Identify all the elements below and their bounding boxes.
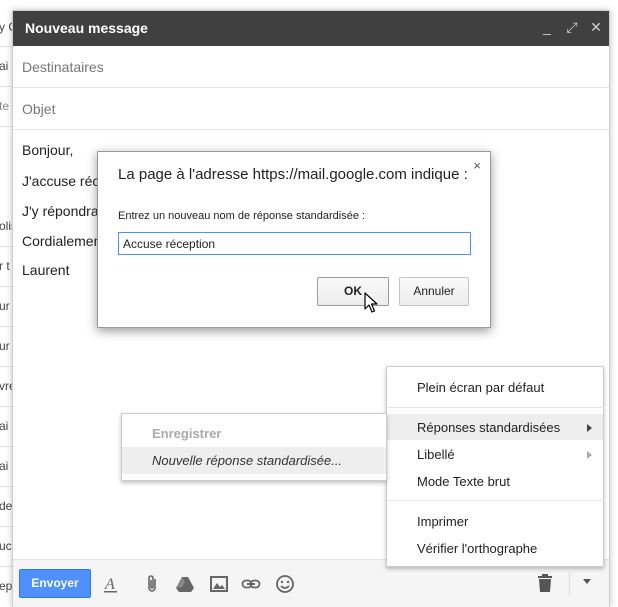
inbox-fragment: ep xyxy=(0,579,12,593)
divider xyxy=(0,326,12,327)
divider xyxy=(0,86,12,87)
body-line: Laurent xyxy=(22,262,70,278)
menu-item-label: Libellé xyxy=(417,447,455,462)
inbox-fragment: y C xyxy=(0,20,12,34)
body-line: Bonjour, xyxy=(22,142,74,158)
divider xyxy=(569,572,570,596)
menu-item-default-fullscreen[interactable]: Plein écran par défaut xyxy=(387,374,603,400)
inbox-fragment: ai xyxy=(0,59,9,73)
divider xyxy=(0,126,12,127)
send-button[interactable]: Envoyer xyxy=(19,569,91,598)
menu-item-label: Plein écran par défaut xyxy=(417,380,545,395)
canned-responses-submenu: Enregistrer Nouvelle réponse standardisé… xyxy=(121,413,387,481)
minimize-icon[interactable]: _ xyxy=(539,19,555,35)
menu-item-label: Réponses standardisées xyxy=(417,420,561,435)
body-line: Cordialement xyxy=(22,233,106,249)
menu-item-label: Imprimer xyxy=(417,514,469,529)
canned-response-name-input[interactable] xyxy=(118,232,471,255)
dialog-close-icon[interactable]: × xyxy=(473,158,481,173)
to-placeholder: Destinataires xyxy=(22,59,104,75)
menu-item-label: Mode Texte brut xyxy=(417,474,510,489)
divider xyxy=(0,486,12,487)
compose-titlebar[interactable]: Nouveau message _ ⤢ ✕ xyxy=(13,11,609,46)
body-line: J'accuse réce xyxy=(22,173,108,189)
menu-item-print[interactable]: Imprimer xyxy=(387,508,603,534)
insert-photo-icon[interactable] xyxy=(209,574,229,594)
prompt-dialog: La page à l'adresse https://mail.google.… xyxy=(97,151,491,328)
discard-draft-icon[interactable] xyxy=(537,573,553,598)
divider xyxy=(0,366,12,367)
submenu-arrow-icon xyxy=(587,424,592,432)
inbox-fragment: uci xyxy=(0,539,12,553)
menu-item-canned-responses[interactable]: Réponses standardisées xyxy=(387,414,603,440)
submenu-item-label: Nouvelle réponse standardisée... xyxy=(152,453,343,468)
inbox-background-strip: y C ai te olis r t ur ur vre ai ai de uc… xyxy=(0,0,12,607)
body-line: J'y répondrai xyxy=(22,203,102,219)
inbox-fragment: ur xyxy=(0,299,10,313)
subject-field[interactable]: Objet xyxy=(13,88,609,130)
inbox-fragment: te xyxy=(0,99,10,113)
compose-title: Nouveau message xyxy=(25,20,148,36)
menu-item-plain-text[interactable]: Mode Texte brut xyxy=(387,468,603,494)
more-options-menu: Plein écran par défaut Réponses standard… xyxy=(386,366,604,567)
submenu-arrow-icon xyxy=(587,451,592,459)
menu-separator xyxy=(388,500,604,501)
menu-separator xyxy=(388,407,604,408)
submenu-item-label: Enregistrer xyxy=(152,426,222,441)
more-options-caret-icon[interactable] xyxy=(583,579,591,584)
insert-link-icon[interactable] xyxy=(241,574,261,594)
menu-item-label: Vérifier l'orthographe xyxy=(417,541,538,556)
divider xyxy=(0,246,12,247)
divider xyxy=(0,566,12,567)
submenu-item-new-canned-response[interactable]: Nouvelle réponse standardisée... xyxy=(122,447,386,474)
menu-item-spellcheck[interactable]: Vérifier l'orthographe xyxy=(387,535,603,561)
inbox-fragment: vre xyxy=(0,379,12,393)
dialog-message: Entrez un nouveau nom de réponse standar… xyxy=(118,210,366,222)
inbox-fragment: ai xyxy=(0,419,9,433)
divider xyxy=(0,526,12,527)
submenu-item-save: Enregistrer xyxy=(122,420,386,447)
divider xyxy=(0,46,12,47)
menu-item-label-submenu[interactable]: Libellé xyxy=(387,441,603,467)
close-icon[interactable]: ✕ xyxy=(588,19,604,35)
divider xyxy=(0,286,12,287)
inbox-fragment: r t xyxy=(0,259,10,273)
subject-placeholder: Objet xyxy=(22,101,56,117)
inbox-fragment: ur xyxy=(0,339,10,353)
ok-button[interactable]: OK xyxy=(317,277,389,306)
attach-icon[interactable] xyxy=(143,574,163,594)
drive-icon[interactable] xyxy=(175,574,195,594)
dialog-title: La page à l'adresse https://mail.google.… xyxy=(118,166,468,183)
expand-icon[interactable]: ⤢ xyxy=(564,19,580,35)
inbox-fragment: de xyxy=(0,499,12,513)
cancel-button[interactable]: Annuler xyxy=(399,277,469,306)
divider xyxy=(0,406,12,407)
inbox-fragment: ai xyxy=(0,459,9,473)
mouse-pointer-icon xyxy=(364,292,378,319)
formatting-icon[interactable]: A xyxy=(101,574,121,594)
divider xyxy=(0,446,12,447)
inbox-fragment: olis xyxy=(0,219,12,233)
svg-text:A: A xyxy=(104,576,115,593)
emoji-icon[interactable] xyxy=(275,574,295,594)
to-field[interactable]: Destinataires xyxy=(13,46,609,88)
